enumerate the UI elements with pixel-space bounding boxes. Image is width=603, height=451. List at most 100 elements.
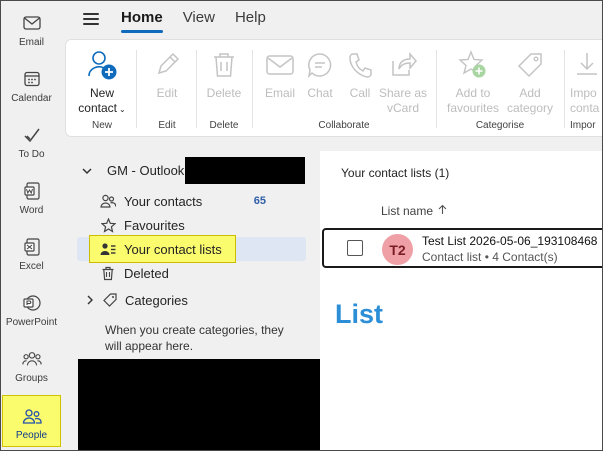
- chevron-down-icon: ⌄: [119, 105, 126, 114]
- redacted-block: [78, 359, 321, 450]
- pencil-icon: [150, 48, 184, 82]
- tag-icon: [513, 48, 547, 82]
- contacts-icon: [100, 193, 116, 209]
- table-row[interactable]: T2 Test List 2026-05-06_193108468 Contac…: [322, 228, 602, 268]
- ribbon-divider: [436, 50, 437, 128]
- excel-icon: [22, 237, 42, 257]
- avatar: T2: [382, 234, 413, 265]
- import-label-1: Impo: [570, 86, 597, 100]
- add-category-button[interactable]: Add category: [502, 48, 558, 116]
- folder-label: Favourites: [124, 217, 185, 233]
- rail-label: Groups: [15, 373, 48, 384]
- chat-button[interactable]: Chat: [301, 48, 339, 101]
- folder-pane: GM - Outlook Your contacts 65 Favourites…: [62, 151, 321, 450]
- rail-label: People: [15, 430, 48, 441]
- fav-label-1: Add to: [455, 86, 491, 100]
- group-label-edit: Edit: [158, 120, 176, 131]
- new-contact-label-2: contact ⌄: [78, 101, 126, 115]
- categories-label: Categories: [125, 292, 188, 308]
- chat-icon: [303, 48, 337, 82]
- word-icon: [22, 181, 42, 201]
- new-contact-button[interactable]: New contact ⌄: [76, 48, 128, 117]
- add-to-favourites-button[interactable]: Add to favourites: [442, 48, 504, 116]
- import-contacts-button[interactable]: Impo conta: [570, 48, 602, 116]
- trash-icon: [207, 48, 241, 82]
- groups-icon: [21, 349, 42, 369]
- folder-label: Your contact lists: [124, 241, 222, 257]
- rail-item-people[interactable]: People: [2, 395, 61, 447]
- ribbon-divider: [252, 50, 253, 128]
- app-rail: Email Calendar To Do Word Excel PowerPoi…: [1, 1, 62, 450]
- tab-view[interactable]: View: [183, 1, 225, 37]
- rail-item-calendar[interactable]: Calendar: [1, 59, 62, 111]
- hamburger-menu-icon[interactable]: [83, 13, 99, 25]
- delete-button[interactable]: Delete: [202, 48, 246, 101]
- rail-item-groups[interactable]: Groups: [1, 339, 62, 391]
- folder-favourites[interactable]: Favourites: [76, 213, 306, 237]
- row-checkbox[interactable]: [347, 240, 363, 256]
- folder-label: Deleted: [124, 265, 169, 281]
- contact-list-icon: [100, 241, 116, 257]
- group-label-collaborate: Collaborate: [318, 120, 370, 131]
- email-button[interactable]: Email: [260, 48, 300, 101]
- app-window: Email Calendar To Do Word Excel PowerPoi…: [0, 0, 603, 451]
- rail-item-excel[interactable]: Excel: [1, 227, 62, 279]
- share-vcard-button[interactable]: Share as vCard: [378, 48, 428, 116]
- rail-item-email[interactable]: Email: [1, 3, 62, 55]
- rail-label: Email: [18, 37, 44, 48]
- categories-header[interactable]: Categories: [62, 288, 292, 312]
- import-label-2: conta: [570, 101, 600, 115]
- categories-hint: When you create categories, they will ap…: [105, 323, 284, 353]
- chevron-down-icon: [82, 163, 94, 178]
- share-label-2: vCard: [386, 101, 419, 115]
- email-label: Email: [264, 86, 295, 100]
- star-add-icon: [456, 48, 490, 82]
- contact-list-name: Test List 2026-05-06_193108468: [422, 234, 598, 248]
- tab-home[interactable]: Home: [121, 1, 173, 37]
- folder-count-badge: 65: [253, 195, 266, 207]
- tag-icon: [102, 292, 118, 308]
- rail-item-todo[interactable]: To Do: [1, 115, 62, 167]
- ribbon-divider: [564, 50, 565, 128]
- rail-label: To Do: [18, 149, 45, 160]
- ribbon-tabs: Home View Help: [121, 1, 286, 37]
- checkmark-icon: [22, 125, 42, 145]
- folder-your-contact-lists[interactable]: Your contact lists: [76, 237, 306, 261]
- phone-icon: [343, 48, 377, 82]
- group-label-import: Impor: [570, 120, 596, 131]
- call-button[interactable]: Call: [342, 48, 378, 101]
- cat-label-1: Add: [519, 86, 541, 100]
- ribbon: New contact ⌄ New Edit Edit Delete Delete: [65, 39, 602, 137]
- rail-label: Word: [19, 205, 44, 216]
- folder-your-contacts[interactable]: Your contacts 65: [76, 189, 306, 213]
- powerpoint-icon: [22, 293, 42, 313]
- account-header[interactable]: GM - Outlook: [82, 163, 184, 178]
- column-header-label: List name: [381, 204, 434, 218]
- rail-item-word[interactable]: Word: [1, 171, 62, 223]
- mail-icon: [22, 13, 42, 33]
- rail-label: Excel: [19, 261, 44, 272]
- star-icon: [100, 217, 116, 233]
- column-header-list-name[interactable]: List name: [381, 204, 447, 218]
- list-pane-title: Your contact lists (1): [341, 166, 450, 180]
- group-label-categorise: Categorise: [475, 120, 525, 131]
- arrow-up-icon: [438, 204, 447, 218]
- cat-label-2: category: [506, 101, 554, 115]
- ribbon-divider: [196, 50, 197, 128]
- rail-label: PowerPoint: [5, 317, 58, 328]
- rail-item-powerpoint[interactable]: PowerPoint: [1, 283, 62, 335]
- calendar-icon: [22, 69, 42, 89]
- add-person-icon: [85, 48, 119, 82]
- folder-label: Your contacts: [124, 193, 203, 209]
- group-label-delete: Delete: [209, 120, 239, 131]
- share-label-1: Share as: [378, 86, 428, 100]
- delete-label: Delete: [206, 86, 242, 100]
- redacted-block: [185, 157, 305, 184]
- edit-button[interactable]: Edit: [146, 48, 188, 101]
- tab-help[interactable]: Help: [235, 1, 276, 37]
- mail-icon: [263, 48, 297, 82]
- account-name: GM - Outlook: [107, 163, 185, 178]
- import-icon: [570, 48, 602, 82]
- folder-deleted[interactable]: Deleted: [76, 261, 306, 285]
- fav-label-2: favourites: [446, 101, 500, 115]
